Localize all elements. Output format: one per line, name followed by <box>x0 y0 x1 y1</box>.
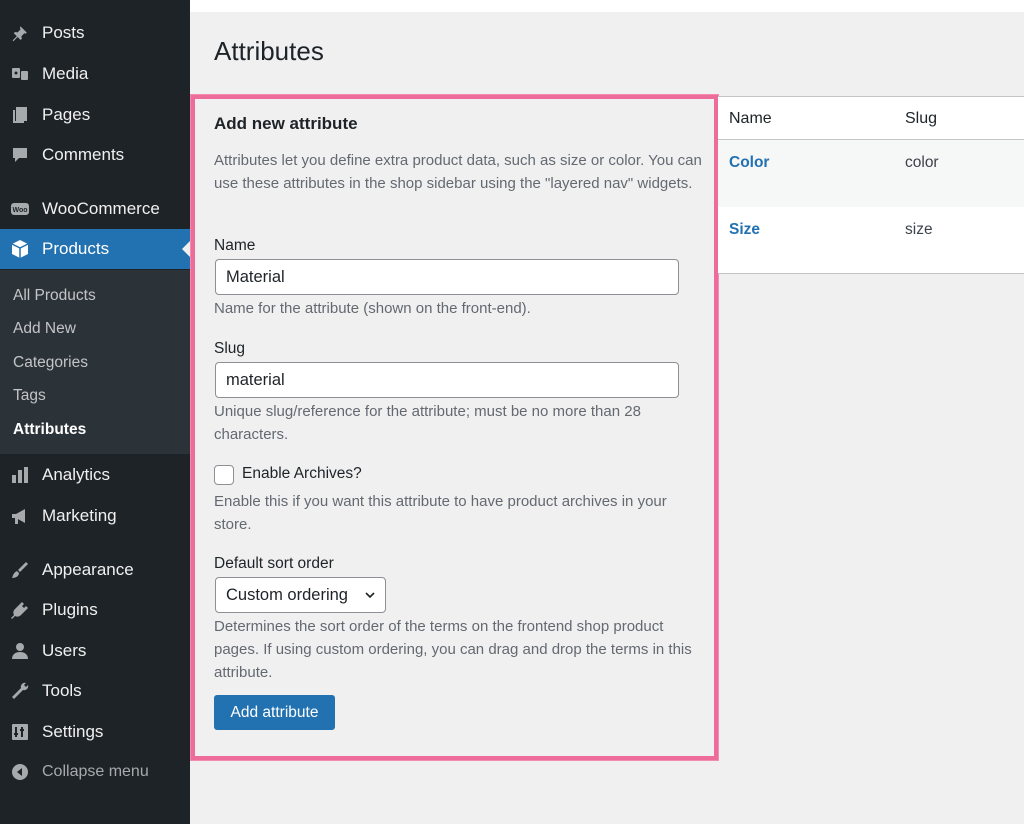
menu-item-plugins[interactable]: Plugins <box>0 590 190 630</box>
slug-input[interactable]: material <box>215 362 679 398</box>
table-row: Size size <box>718 207 1024 274</box>
menu-label: Posts <box>42 23 85 42</box>
submenu-item-attributes[interactable]: Attributes <box>13 421 86 439</box>
woocommerce-icon: Woo <box>9 198 31 220</box>
attribute-name-link[interactable]: Color <box>729 154 769 172</box>
submenu-item-all-products[interactable]: All Products <box>13 287 96 305</box>
plug-icon <box>9 599 31 621</box>
enable-archives-checkbox[interactable] <box>214 465 234 485</box>
menu-item-settings[interactable]: Settings <box>0 712 190 752</box>
pages-icon <box>9 104 31 126</box>
menu-item-products[interactable]: Products <box>0 229 190 269</box>
menu-label: Analytics <box>42 465 111 484</box>
menu-item-woocommerce[interactable]: Woo WooCommerce <box>0 189 190 229</box>
name-help: Name for the attribute (shown on the fro… <box>214 300 531 317</box>
menu-label: Tools <box>42 681 82 700</box>
attribute-name-link[interactable]: Size <box>729 221 760 239</box>
table-header: Name Slug <box>718 97 1024 140</box>
svg-text:Woo: Woo <box>12 207 27 214</box>
menu-label: Products <box>42 239 110 258</box>
menu-item-analytics[interactable]: Analytics <box>0 455 190 495</box>
menu-item-marketing[interactable]: Marketing <box>0 496 190 536</box>
slug-help: Unique slug/reference for the attribute;… <box>214 403 641 443</box>
column-header-name[interactable]: Name <box>729 110 772 128</box>
menu-label: Media <box>42 64 89 83</box>
submenu-item-add-new[interactable]: Add New <box>13 320 76 338</box>
comment-icon <box>9 144 31 166</box>
name-input[interactable]: Material <box>215 259 679 295</box>
menu-item-media[interactable]: Media <box>0 54 190 94</box>
menu-item-comments[interactable]: Comments <box>0 135 190 175</box>
form-title: Add new attribute <box>214 114 358 133</box>
page-title: Attributes <box>214 36 324 66</box>
menu-item-tools[interactable]: Tools <box>0 671 190 711</box>
sort-order-help: Determines the sort order of the terms o… <box>214 618 692 681</box>
user-icon <box>9 640 31 662</box>
media-icon <box>9 63 31 85</box>
sort-order-value: Custom ordering <box>226 586 348 604</box>
add-attribute-button[interactable]: Add attribute <box>214 695 335 730</box>
sort-order-select[interactable]: Custom ordering <box>215 577 386 613</box>
active-indicator <box>182 241 190 257</box>
menu-label: Marketing <box>42 506 117 525</box>
archives-help: Enable this if you want this attribute t… <box>214 493 667 533</box>
menu-label: Comments <box>42 145 125 164</box>
form-intro: Attributes let you define extra product … <box>214 152 702 192</box>
enable-archives-label[interactable]: Enable Archives? <box>242 465 362 483</box>
menu-label: Users <box>42 641 87 660</box>
submenu-item-categories[interactable]: Categories <box>13 354 88 372</box>
menu-item-users[interactable]: Users <box>0 631 190 671</box>
menu-label: Appearance <box>42 560 134 579</box>
bar-chart-icon <box>9 464 31 486</box>
menu-item-appearance[interactable]: Appearance <box>0 550 190 590</box>
chevron-down-icon <box>365 592 375 599</box>
products-submenu: All Products Add New Categories Tags Att… <box>0 270 190 454</box>
pushpin-icon <box>9 22 31 44</box>
menu-label: Plugins <box>42 600 98 619</box>
slug-label: Slug <box>214 340 246 357</box>
wrench-icon <box>9 680 31 702</box>
menu-label: Pages <box>42 105 91 124</box>
menu-label: Collapse menu <box>42 763 149 780</box>
attribute-slug: size <box>905 221 933 238</box>
menu-label: Settings <box>42 722 104 741</box>
settings-icon <box>9 721 31 743</box>
top-bar <box>190 0 1024 12</box>
menu-item-pages[interactable]: Pages <box>0 95 190 135</box>
sort-order-label: Default sort order <box>214 555 334 572</box>
admin-sidebar: Posts Media Pages Comments Woo WooCommer… <box>0 0 190 824</box>
add-attribute-form: Add new attribute Attributes let you def… <box>191 95 718 760</box>
name-label: Name <box>214 237 256 254</box>
menu-label: WooCommerce <box>42 199 160 218</box>
menu-item-posts[interactable]: Posts <box>0 13 190 53</box>
attributes-table: Name Slug Color color Size size <box>718 96 1024 274</box>
collapse-menu-button[interactable]: Collapse menu <box>0 752 190 792</box>
paintbrush-icon <box>9 559 31 581</box>
box-icon <box>9 238 31 260</box>
submenu-item-tags[interactable]: Tags <box>13 387 46 405</box>
collapse-icon <box>9 761 31 783</box>
table-row: Color color <box>718 140 1024 207</box>
attribute-slug: color <box>905 154 939 171</box>
megaphone-icon <box>9 505 31 527</box>
column-header-slug[interactable]: Slug <box>905 110 937 128</box>
